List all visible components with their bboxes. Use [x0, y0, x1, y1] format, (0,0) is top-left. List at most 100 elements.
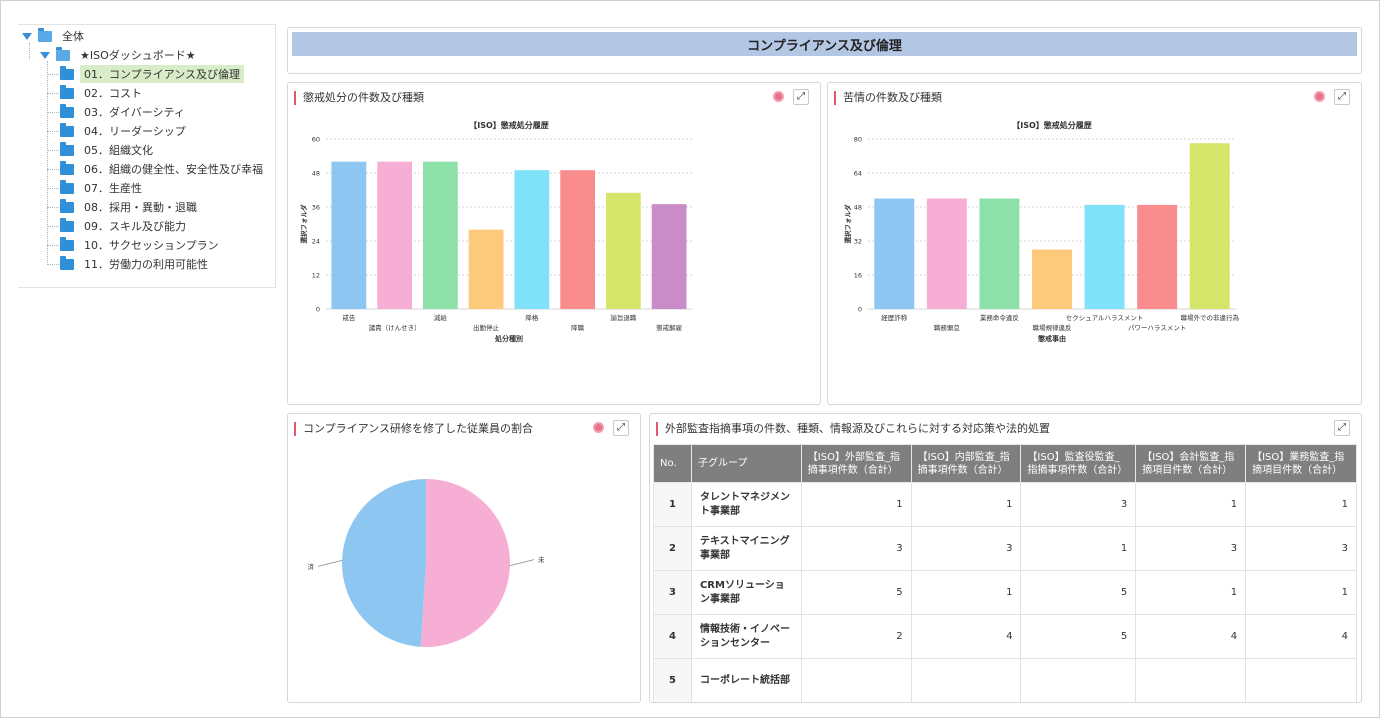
- group-cell: 情報技術・イノベーションセンター: [690, 614, 802, 659]
- pie-leader-line: [509, 559, 535, 566]
- folder-icon: [60, 236, 74, 251]
- chart-title: 【ISO】懲戒処分履歴: [469, 120, 549, 130]
- x-tick-label: 降格: [525, 313, 539, 322]
- triangle-down-icon[interactable]: [22, 32, 32, 40]
- count-cell: 4: [1135, 614, 1247, 659]
- x-tick-label: セクシュアルハラスメント: [1066, 314, 1144, 322]
- audit-panel-title: 外部監査指摘事項の件数、種類、情報源及びこれらに対する対応策や法的処置: [656, 422, 1050, 436]
- y-tick-label: 24: [312, 238, 320, 246]
- column-header[interactable]: No.: [653, 444, 692, 483]
- tree-root-label[interactable]: 全体: [58, 27, 88, 45]
- folder-icon: [60, 141, 74, 156]
- page-header: コンプライアンス及び倫理: [287, 27, 1362, 74]
- tree-item-label[interactable]: 05．組織文化: [80, 141, 157, 159]
- count-cell: 1: [1020, 526, 1137, 571]
- folder-icon: [60, 103, 74, 118]
- bar: [874, 198, 915, 309]
- clock-icon[interactable]: [1314, 91, 1325, 102]
- triangle-down-icon[interactable]: [40, 51, 50, 59]
- tree-item-8[interactable]: 08．採用・異動・退職: [60, 198, 201, 216]
- tree-item-label[interactable]: 03．ダイバーシティ: [80, 103, 189, 121]
- tree-item-label[interactable]: 02．コスト: [80, 84, 146, 102]
- folder-icon: [38, 27, 52, 42]
- tree-item-5[interactable]: 05．組織文化: [60, 141, 157, 159]
- folder-icon: [60, 122, 74, 137]
- bar: [422, 161, 458, 309]
- column-header[interactable]: 子グループ: [690, 444, 802, 483]
- tree-dashboard-label[interactable]: ★ISOダッシュボード★: [76, 46, 200, 64]
- folder-icon: [60, 198, 74, 213]
- expand-icon[interactable]: ⤢: [613, 420, 629, 436]
- expand-icon[interactable]: ⤢: [1334, 420, 1350, 436]
- audit-table: No. 子グループ 【ISO】外部監査_指摘事項件数（合計） 【ISO】内部監査_指摘…: [653, 444, 1357, 702]
- folder-icon: [60, 255, 74, 270]
- x-tick-label: 経歴詐称: [881, 313, 908, 322]
- folder-icon: [60, 65, 74, 80]
- expand-icon[interactable]: ⤢: [793, 89, 809, 105]
- column-header[interactable]: 【ISO】外部監査_指摘事項件数（合計）: [800, 444, 912, 483]
- column-header[interactable]: 【ISO】業務監査_指摘項目件数（合計）: [1245, 444, 1357, 483]
- y-tick-label: 80: [854, 136, 862, 144]
- count-cell: 3: [910, 526, 1022, 571]
- count-cell: [800, 658, 912, 702]
- count-cell: 3: [1245, 526, 1357, 571]
- x-tick-label: 職場規律違反: [1033, 323, 1073, 332]
- tree-item-1[interactable]: 01．コンプライアンス及び倫理: [60, 65, 245, 83]
- column-header[interactable]: 【ISO】内部監査_指摘事項件数（合計）: [910, 444, 1022, 483]
- expand-icon[interactable]: ⤢: [1334, 89, 1350, 105]
- count-cell: 4: [1245, 614, 1357, 659]
- count-cell: 2: [800, 614, 912, 659]
- tree-item-2[interactable]: 02．コスト: [60, 84, 146, 102]
- tree-item-label[interactable]: 08．採用・異動・退職: [80, 198, 201, 216]
- table-row[interactable]: 1 タレントマネジメント事業部 1 1 3 1 1: [653, 482, 1357, 527]
- bar: [605, 192, 641, 309]
- y-axis-label: 選択フォルダ: [843, 204, 852, 244]
- tree-item-label[interactable]: 01．コンプライアンス及び倫理: [80, 65, 245, 83]
- table-row[interactable]: 3 CRMソリューション事業部 5 1 5 1 1: [653, 570, 1357, 615]
- table-row[interactable]: 2 テキストマイニング事業部 3 3 1 3 3: [653, 526, 1357, 571]
- tree-item-9[interactable]: 09．スキル及び能力: [60, 217, 190, 235]
- folder-icon: [60, 160, 74, 175]
- tree-item-4[interactable]: 04．リーダーシップ: [60, 122, 190, 140]
- folder-icon: [60, 84, 74, 99]
- count-cell: 1: [800, 482, 912, 527]
- tree-dashboard[interactable]: ★ISOダッシュボード★: [40, 46, 200, 64]
- tree-item-label[interactable]: 10．サクセッションプラン: [80, 236, 223, 254]
- count-cell: 3: [800, 526, 912, 571]
- pie-slice: [342, 479, 426, 647]
- bar: [468, 229, 504, 309]
- tree-item-label[interactable]: 07．生産性: [80, 179, 146, 197]
- tree-item-label[interactable]: 06．組織の健全性、安全性及び幸福: [80, 160, 267, 178]
- training-panel-title: コンプライアンス研修を修了した従業員の割合: [294, 422, 533, 436]
- y-tick-label: 48: [312, 170, 320, 178]
- bar: [1032, 249, 1072, 309]
- tree-item-label[interactable]: 11．労働力の利用可能性: [80, 255, 212, 273]
- training-pie-chart: 未済: [308, 479, 545, 647]
- page-title: コンプライアンス及び倫理: [292, 32, 1357, 56]
- bar: [926, 198, 967, 309]
- count-cell: 5: [1020, 614, 1137, 659]
- tree-item-label[interactable]: 09．スキル及び能力: [80, 217, 190, 235]
- tree-item-10[interactable]: 10．サクセッションプラン: [60, 236, 223, 254]
- tree-item-6[interactable]: 06．組織の健全性、安全性及び幸福: [60, 160, 267, 178]
- tree-root[interactable]: 全体: [22, 27, 88, 45]
- pie-leader-line: [317, 560, 343, 567]
- table-row[interactable]: 4 情報技術・イノベーションセンター 2 4 5 4 4: [653, 614, 1357, 659]
- x-tick-label: 業務命令違反: [980, 313, 1020, 322]
- pie-label: 済: [308, 562, 315, 571]
- tree-item-label[interactable]: 04．リーダーシップ: [80, 122, 190, 140]
- y-tick-label: 16: [854, 272, 862, 280]
- count-cell: [1135, 658, 1247, 702]
- tree-item-3[interactable]: 03．ダイバーシティ: [60, 103, 189, 121]
- clock-icon[interactable]: [593, 422, 604, 433]
- clock-icon[interactable]: [773, 91, 784, 102]
- x-tick-label: 降職: [571, 323, 585, 332]
- table-row[interactable]: 5 コーポレート統括部: [653, 658, 1357, 702]
- tree-item-7[interactable]: 07．生産性: [60, 179, 146, 197]
- column-header[interactable]: 【ISO】監査役監査_指摘事項件数（合計）: [1020, 444, 1137, 483]
- tree-item-11[interactable]: 11．労働力の利用可能性: [60, 255, 212, 273]
- column-header[interactable]: 【ISO】会計監査_指摘項目件数（合計）: [1135, 444, 1247, 483]
- row-number: 2: [653, 526, 692, 571]
- grievance-panel: 苦情の件数及び種類 ⤢ 【ISO】懲戒処分履歴 0 16 32 48 64 80 経歴詐称 職務…: [827, 82, 1362, 405]
- x-tick-label: 譴責（けんせき）: [369, 323, 421, 332]
